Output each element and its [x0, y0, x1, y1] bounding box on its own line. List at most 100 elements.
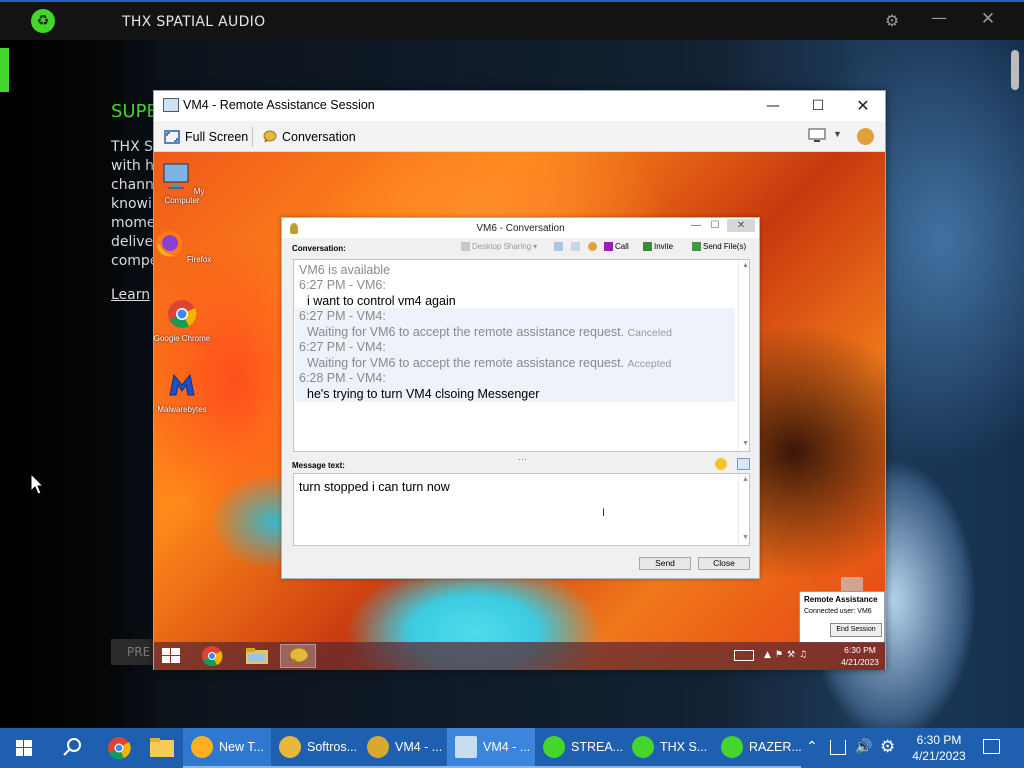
- desktop-icon-my-computer[interactable]: My Computer: [154, 160, 212, 205]
- taskbar-chrome[interactable]: [96, 728, 142, 768]
- conversation-button[interactable]: Conversation: [261, 128, 356, 146]
- history-scrollbar[interactable]: ▲ ▼: [738, 260, 749, 451]
- remote-assistance-icon: [163, 98, 179, 112]
- desktop-icon-chrome[interactable]: Google Chrome: [154, 298, 212, 343]
- learn-more-link[interactable]: Learn: [111, 287, 153, 303]
- list-item: i want to control vm4 again: [307, 294, 456, 308]
- taskbar-app-vm4-remote-assistance[interactable]: VM4 - ...: [447, 728, 535, 768]
- scroll-up-icon[interactable]: ▲: [742, 476, 749, 483]
- message-text: Waiting for VM6 to accept the remote ass…: [307, 325, 625, 339]
- invite-users-icon: [643, 242, 652, 251]
- monitor-icon[interactable]: [808, 128, 826, 143]
- close-button[interactable]: Close: [698, 557, 750, 570]
- desktop-icon-firefox[interactable]: Firefox: [154, 228, 212, 264]
- keyboard-icon[interactable]: [734, 650, 754, 661]
- remote-desktop-view[interactable]: My Computer Firefox Google Chrome Malwar…: [154, 152, 885, 670]
- taskbar-app-softros[interactable]: Softros...: [271, 728, 359, 768]
- close-button[interactable]: ✕: [977, 9, 999, 29]
- chevron-up-icon[interactable]: ⌃: [806, 738, 818, 755]
- messenger-icon: [367, 736, 389, 758]
- taskbar-app-razer[interactable]: RAZER...: [713, 728, 801, 768]
- remote-taskbar-messenger[interactable]: [280, 644, 316, 668]
- format-text-icon[interactable]: [737, 458, 750, 470]
- taskbar-clock[interactable]: 6:30 PM 4/21/2023: [905, 732, 973, 764]
- end-session-button[interactable]: End Session: [830, 623, 882, 637]
- emoticon-settings-icon[interactable]: [588, 242, 597, 251]
- full-screen-label: Full Screen: [185, 130, 249, 144]
- ra-maximize-button[interactable]: ☐: [795, 95, 841, 117]
- conversation-icon: [263, 130, 277, 143]
- volume-icon[interactable]: 🔊: [855, 738, 872, 755]
- scroll-down-icon[interactable]: ▼: [742, 534, 749, 541]
- desktop-icon-malwarebytes[interactable]: Malwarebytes: [154, 369, 212, 414]
- list-item: 6:27 PM - VM4:: [299, 309, 386, 323]
- taskbar-app-new-tab[interactable]: New T...: [183, 728, 271, 768]
- razer-icon: [543, 736, 565, 758]
- network-icon[interactable]: [830, 740, 846, 755]
- thx-scrollbar[interactable]: [1011, 50, 1019, 90]
- list-item: he's trying to turn VM4 clsoing Messenge…: [307, 387, 540, 401]
- desktop-sharing-button[interactable]: Desktop Sharing ▾: [461, 242, 537, 251]
- windows-logo-icon: [162, 648, 180, 663]
- conversation-maximize-button[interactable]: ☐: [706, 220, 724, 231]
- history-icon[interactable]: [554, 242, 563, 251]
- search-button[interactable]: [48, 728, 96, 768]
- text-cursor-icon: I: [602, 507, 606, 519]
- chevron-down-icon[interactable]: ▼: [833, 129, 842, 139]
- invite-button[interactable]: Invite: [643, 242, 673, 251]
- scroll-down-icon[interactable]: ▼: [742, 440, 749, 447]
- conversation-label: Conversation: [282, 130, 356, 144]
- taskbar: New T... Softros... VM4 - ... VM4 - ... …: [0, 728, 1024, 768]
- remote-assistance-window: VM4 - Remote Assistance Session — ☐ ✕ Fu…: [153, 90, 886, 670]
- call-button[interactable]: Call: [604, 242, 629, 251]
- taskbar-app-vm4-conversation[interactable]: VM4 - ...: [359, 728, 447, 768]
- conversation-minimize-button[interactable]: —: [687, 220, 705, 231]
- thx-logo-icon: ♻: [31, 9, 55, 33]
- taskbar-app-thx[interactable]: THX S...: [624, 728, 713, 768]
- taskbar-app-label: VM4 - ...: [483, 740, 531, 754]
- ra-status-title: Remote Assistance: [804, 595, 878, 604]
- ra-minimize-button[interactable]: —: [750, 95, 796, 117]
- gear-icon[interactable]: ⚙: [881, 11, 903, 30]
- remote-taskbar-chrome[interactable]: [198, 644, 238, 668]
- chrome-icon: [108, 737, 131, 760]
- remote-taskbar-explorer[interactable]: [242, 644, 282, 668]
- conversation-titlebar: VM6 - Conversation — ☐ ✕: [282, 218, 759, 238]
- start-button[interactable]: [0, 728, 48, 768]
- folder-icon: [150, 738, 174, 757]
- gear-icon[interactable]: ⚙: [880, 737, 895, 757]
- thx-icon: [632, 736, 654, 758]
- remote-start-button[interactable]: [154, 644, 194, 668]
- toolbar-icon-group: [554, 242, 597, 251]
- conversation-label: Conversation:: [292, 244, 346, 253]
- video-camera-icon: [604, 242, 613, 251]
- chrome-icon: [168, 300, 197, 328]
- fullscreen-icon: [164, 130, 180, 144]
- notification-icon[interactable]: [983, 739, 1000, 754]
- razer-icon: [721, 736, 743, 758]
- taskbar-file-explorer[interactable]: [142, 728, 183, 768]
- list-item: 6:28 PM - VM4:: [299, 371, 386, 385]
- clock-date: 4/21/2023: [912, 749, 966, 763]
- conversation-close-button[interactable]: ✕: [727, 219, 755, 232]
- taskbar-app-stream[interactable]: STREA...: [535, 728, 624, 768]
- send-files-button[interactable]: Send File(s): [692, 242, 746, 251]
- remote-system-tray[interactable]: ▲⚑⚒♫: [764, 650, 834, 663]
- contacts-icon[interactable]: [571, 242, 580, 251]
- full-screen-button[interactable]: Full Screen: [164, 128, 248, 146]
- pane-splitter-handle[interactable]: ⋯: [518, 454, 527, 465]
- list-item: 6:27 PM - VM4:: [299, 340, 386, 354]
- conversation-history[interactable]: VM6 is available 6:27 PM - VM6: i want t…: [293, 259, 750, 452]
- chrome-icon: [202, 646, 223, 667]
- send-button[interactable]: Send: [639, 557, 691, 570]
- help-icon[interactable]: [857, 128, 874, 145]
- scroll-up-icon[interactable]: ▲: [742, 262, 749, 269]
- taskbar-app-label: RAZER...: [749, 740, 801, 754]
- emoticon-icon[interactable]: [715, 458, 727, 470]
- list-item: 6:27 PM - VM6:: [299, 278, 386, 292]
- input-scrollbar[interactable]: ▲ ▼: [738, 474, 750, 545]
- message-input[interactable]: turn stopped i can turn now I ▲ ▼: [293, 473, 750, 546]
- ra-close-button[interactable]: ✕: [840, 95, 886, 117]
- minimize-button[interactable]: —: [928, 8, 950, 27]
- thx-titlebar: ♻ THX SPATIAL AUDIO ⚙ — ✕: [0, 0, 1024, 40]
